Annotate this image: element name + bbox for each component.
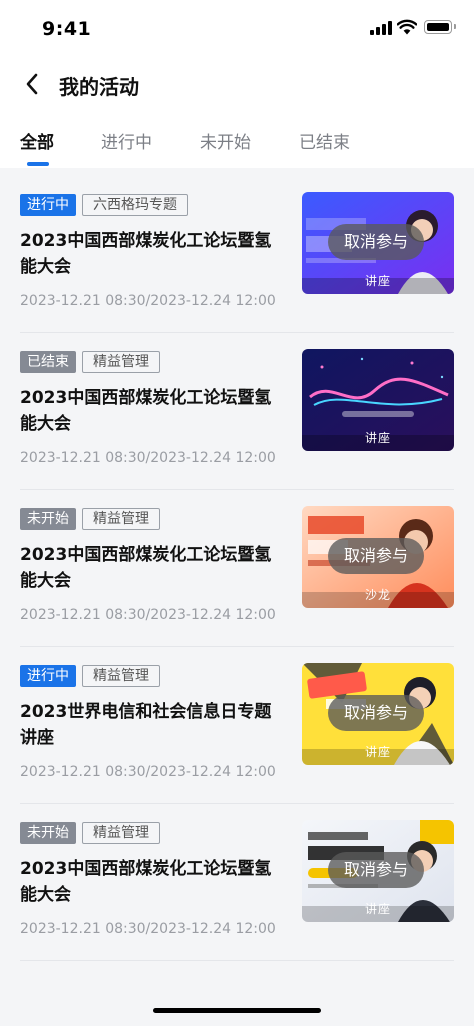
category-badge: 精益管理 bbox=[82, 822, 160, 844]
activity-type-label: 讲座 bbox=[364, 745, 391, 759]
status-badge: 进行中 bbox=[20, 194, 76, 216]
chevron-left-icon bbox=[26, 73, 38, 95]
activity-date: 2023-12.21 08:30/2023-12.24 12:00 bbox=[20, 764, 276, 780]
cancel-participation-button[interactable]: 取消参与 bbox=[328, 538, 424, 574]
wifi-icon bbox=[397, 19, 417, 35]
badge-row: 已结束 精益管理 bbox=[20, 351, 160, 373]
cancel-participation-button[interactable]: 取消参与 bbox=[328, 695, 424, 731]
status-bar: 9:41 bbox=[0, 0, 474, 60]
cellular-signal-icon bbox=[370, 21, 392, 35]
activity-title: 2023世界电信和社会信息日专题讲座 bbox=[20, 702, 272, 748]
cancel-participation-button[interactable]: 取消参与 bbox=[328, 224, 424, 260]
cancel-participation-button[interactable]: 取消参与 bbox=[328, 852, 424, 888]
battery-icon bbox=[424, 20, 456, 34]
status-badge: 进行中 bbox=[20, 665, 76, 687]
category-badge: 精益管理 bbox=[82, 665, 160, 687]
activity-card[interactable]: 进行中 精益管理 2023世界电信和社会信息日专题讲座 2023-12.21 0… bbox=[0, 647, 474, 804]
activity-type-label: 讲座 bbox=[364, 902, 391, 916]
page-title: 我的活动 bbox=[59, 75, 139, 99]
activity-thumbnail: 讲座 bbox=[302, 349, 454, 451]
nav-bar: 我的活动 bbox=[0, 60, 474, 108]
activity-title: 2023中国西部煤炭化工论坛暨氢能大会 bbox=[20, 388, 272, 434]
activity-title: 2023中国西部煤炭化工论坛暨氢能大会 bbox=[20, 231, 272, 277]
activity-type-label: 讲座 bbox=[364, 274, 391, 288]
tab-bar: 全部 进行中 未开始 已结束 bbox=[0, 120, 474, 168]
status-badge: 未开始 bbox=[20, 822, 76, 844]
tab-ended[interactable]: 已结束 bbox=[299, 128, 350, 153]
category-badge: 六西格玛专题 bbox=[82, 194, 188, 216]
badge-row: 进行中 精益管理 bbox=[20, 665, 160, 687]
activity-title: 2023中国西部煤炭化工论坛暨氢能大会 bbox=[20, 859, 272, 905]
status-badge: 已结束 bbox=[20, 351, 76, 373]
back-button[interactable] bbox=[18, 70, 46, 98]
tab-not-started[interactable]: 未开始 bbox=[200, 128, 251, 153]
home-indicator bbox=[153, 1008, 321, 1013]
activity-type-label: 沙龙 bbox=[364, 588, 391, 602]
activity-card[interactable]: 进行中 六西格玛专题 2023中国西部煤炭化工论坛暨氢能大会 2023-12.2… bbox=[0, 176, 474, 333]
category-badge: 精益管理 bbox=[82, 351, 160, 373]
activity-date: 2023-12.21 08:30/2023-12.24 12:00 bbox=[20, 921, 276, 937]
status-time: 9:41 bbox=[42, 18, 92, 40]
activity-date: 2023-12.21 08:30/2023-12.24 12:00 bbox=[20, 293, 276, 309]
activity-type-label: 讲座 bbox=[364, 431, 391, 445]
category-badge: 精益管理 bbox=[82, 508, 160, 530]
activity-card[interactable]: 未开始 精益管理 2023中国西部煤炭化工论坛暨氢能大会 2023-12.21 … bbox=[0, 490, 474, 647]
activity-card[interactable]: 已结束 精益管理 2023中国西部煤炭化工论坛暨氢能大会 2023-12.21 … bbox=[0, 333, 474, 490]
page-header: 9:41 我的活动 全部 进行中 未开始 已结束 bbox=[0, 0, 474, 168]
badge-row: 未开始 精益管理 bbox=[20, 822, 160, 844]
activity-date: 2023-12.21 08:30/2023-12.24 12:00 bbox=[20, 607, 276, 623]
divider bbox=[20, 960, 454, 961]
activity-date: 2023-12.21 08:30/2023-12.24 12:00 bbox=[20, 450, 276, 466]
activity-title: 2023中国西部煤炭化工论坛暨氢能大会 bbox=[20, 545, 272, 591]
tab-active-indicator bbox=[27, 162, 49, 166]
badge-row: 未开始 精益管理 bbox=[20, 508, 160, 530]
status-badge: 未开始 bbox=[20, 508, 76, 530]
tab-ongoing[interactable]: 进行中 bbox=[101, 128, 152, 153]
activity-card[interactable]: 未开始 精益管理 2023中国西部煤炭化工论坛暨氢能大会 2023-12.21 … bbox=[0, 804, 474, 961]
badge-row: 进行中 六西格玛专题 bbox=[20, 194, 188, 216]
tab-all[interactable]: 全部 bbox=[20, 128, 54, 153]
